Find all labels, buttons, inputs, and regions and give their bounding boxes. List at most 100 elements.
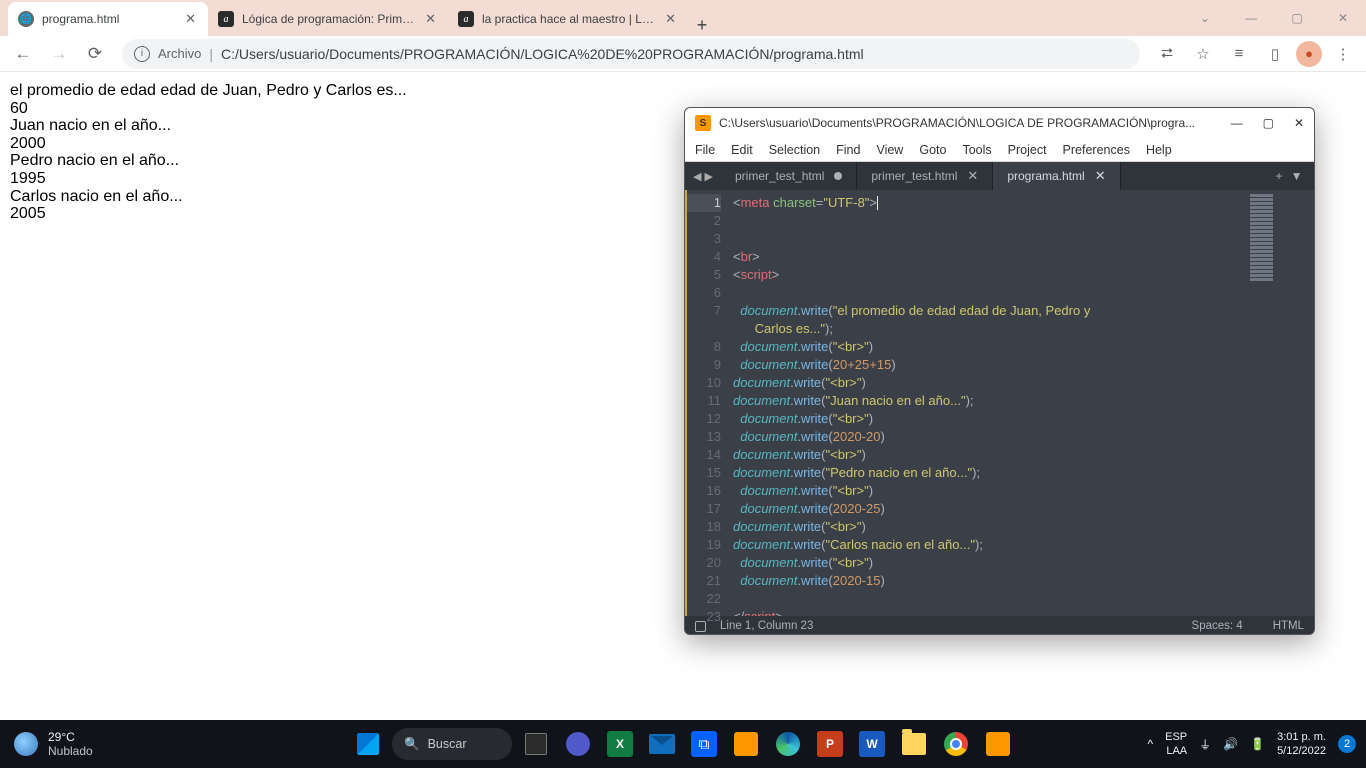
close-tab-icon[interactable]: ✕ bbox=[423, 11, 438, 27]
sublime-titlebar[interactable]: S C:\Users\usuario\Documents\PROGRAMACIÓ… bbox=[685, 108, 1314, 138]
weather-icon bbox=[14, 732, 38, 756]
menu-item[interactable]: Goto bbox=[919, 143, 946, 157]
menu-item[interactable]: View bbox=[876, 143, 903, 157]
maximize-button[interactable]: ▢ bbox=[1274, 0, 1320, 36]
page-line: el promedio de edad edad de Juan, Pedro … bbox=[10, 82, 1356, 100]
sublime-window-controls: — ▢ ✕ bbox=[1231, 116, 1304, 130]
language-indicator[interactable]: ESP LAA bbox=[1165, 730, 1187, 758]
browser-tab[interactable]: 🌐 programa.html ✕ bbox=[8, 2, 208, 36]
editor[interactable]: 1234567891011121314151617181920212223 <m… bbox=[685, 190, 1314, 616]
teams-icon[interactable] bbox=[560, 726, 596, 762]
close-tab-icon[interactable]: ✕ bbox=[183, 11, 198, 27]
browser-tab[interactable]: a Lógica de programación: Primero ✕ bbox=[208, 2, 448, 36]
editor-tab[interactable]: primer_test.html✕ bbox=[857, 162, 993, 190]
tray-expand-icon[interactable]: ^ bbox=[1147, 737, 1153, 751]
weather-temp: 29°C bbox=[48, 730, 93, 744]
new-tab-button[interactable]: + bbox=[688, 15, 716, 36]
url-text: C:/Users/usuario/Documents/PROGRAMACIÓN/… bbox=[221, 46, 864, 62]
sublime-tabs: ◀ ▶ primer_test_htmlprimer_test.html✕pro… bbox=[685, 162, 1314, 190]
menu-item[interactable]: Find bbox=[836, 143, 860, 157]
menu-item[interactable]: File bbox=[695, 143, 715, 157]
address-bar[interactable]: i Archivo | C:/Users/usuario/Documents/P… bbox=[122, 39, 1140, 69]
menu-item[interactable]: Selection bbox=[769, 143, 820, 157]
chrome-toolbar: ← → ⟳ i Archivo | C:/Users/usuario/Docum… bbox=[0, 36, 1366, 72]
minimap[interactable] bbox=[1244, 190, 1314, 616]
battery-icon[interactable]: 🔋 bbox=[1250, 737, 1265, 751]
tab-overflow[interactable]: +▼ bbox=[1264, 162, 1314, 190]
minimize-button[interactable]: — bbox=[1231, 116, 1243, 130]
close-tab-icon[interactable]: ✕ bbox=[967, 168, 978, 184]
star-icon[interactable]: ☆ bbox=[1188, 39, 1218, 69]
sublime-window: S C:\Users\usuario\Documents\PROGRAMACIÓ… bbox=[684, 107, 1315, 635]
maximize-button[interactable]: ▢ bbox=[1263, 116, 1274, 130]
chrome-titlebar: 🌐 programa.html ✕ a Lógica de programación: … bbox=[0, 0, 1366, 36]
gutter: 1234567891011121314151617181920212223 bbox=[685, 190, 729, 616]
side-panel-icon[interactable]: ▯ bbox=[1260, 39, 1290, 69]
share-icon[interactable]: ⮂ bbox=[1152, 39, 1182, 69]
mail-icon[interactable] bbox=[644, 726, 680, 762]
menu-icon[interactable]: ⋮ bbox=[1328, 39, 1358, 69]
tab-title: la practica hace al maestro | Lógi bbox=[482, 12, 655, 26]
taskbar-search[interactable]: 🔍Buscar bbox=[392, 728, 512, 760]
menu-item[interactable]: Project bbox=[1008, 143, 1047, 157]
close-tab-icon[interactable]: ✕ bbox=[663, 11, 678, 27]
cursor-position: Line 1, Column 23 bbox=[720, 620, 813, 632]
explorer-icon[interactable] bbox=[896, 726, 932, 762]
close-button[interactable]: ✕ bbox=[1320, 0, 1366, 36]
sublime-menubar: File Edit Selection Find View Goto Tools Projec… bbox=[685, 138, 1314, 162]
close-tab-icon[interactable]: ✕ bbox=[1095, 168, 1106, 184]
statusbar: Line 1, Column 23 Spaces: 4 HTML bbox=[685, 616, 1314, 635]
favicon: 🌐 bbox=[18, 11, 34, 27]
menu-item[interactable]: Preferences bbox=[1063, 143, 1130, 157]
sublime-taskbar-icon[interactable] bbox=[728, 726, 764, 762]
clock[interactable]: 3:01 p. m. 5/12/2022 bbox=[1277, 730, 1326, 758]
tab-nav-arrows[interactable]: ◀ ▶ bbox=[685, 162, 721, 190]
dirty-dot-icon bbox=[834, 172, 842, 180]
sublime-logo-icon: S bbox=[695, 115, 711, 131]
start-button[interactable] bbox=[350, 726, 386, 762]
word-icon[interactable]: W bbox=[854, 726, 890, 762]
taskbar-center: 🔍Buscar X ⧉ P W bbox=[350, 720, 1016, 768]
dropbox-icon[interactable]: ⧉ bbox=[686, 726, 722, 762]
editor-tab[interactable]: primer_test_html bbox=[721, 162, 857, 190]
wifi-icon[interactable]: ⏚ bbox=[1199, 736, 1211, 753]
system-tray: ^ ESP LAA ⏚ 🔊 🔋 3:01 p. m. 5/12/2022 2 bbox=[1137, 720, 1366, 768]
editor-tab[interactable]: programa.html✕ bbox=[993, 162, 1120, 190]
weather-desc: Nublado bbox=[48, 744, 93, 758]
info-icon[interactable]: i bbox=[134, 46, 150, 62]
chevron-down-icon[interactable]: ⌄ bbox=[1182, 0, 1228, 36]
edge-icon[interactable] bbox=[770, 726, 806, 762]
tab-title: Lógica de programación: Primero bbox=[242, 12, 415, 26]
favicon: a bbox=[218, 11, 234, 27]
indent-status[interactable]: Spaces: 4 bbox=[1192, 620, 1243, 632]
task-view-icon[interactable] bbox=[518, 726, 554, 762]
syntax-status[interactable]: HTML bbox=[1273, 620, 1304, 632]
taskbar: 29°C Nublado 🔍Buscar X ⧉ P W ^ ESP LAA ⏚… bbox=[0, 720, 1366, 768]
file-label: Archivo bbox=[158, 46, 201, 61]
favicon: a bbox=[458, 11, 474, 27]
chrome-taskbar-icon[interactable] bbox=[938, 726, 974, 762]
close-button[interactable]: ✕ bbox=[1294, 116, 1304, 130]
menu-item[interactable]: Help bbox=[1146, 143, 1172, 157]
search-icon: 🔍 bbox=[404, 737, 420, 752]
menu-item[interactable]: Edit bbox=[731, 143, 753, 157]
powerpoint-icon[interactable]: P bbox=[812, 726, 848, 762]
sublime-running-icon[interactable] bbox=[980, 726, 1016, 762]
back-button[interactable]: ← bbox=[8, 39, 38, 69]
excel-icon[interactable]: X bbox=[602, 726, 638, 762]
window-controls: ⌄ — ▢ ✕ bbox=[1182, 0, 1366, 36]
forward-button[interactable]: → bbox=[44, 39, 74, 69]
code-area[interactable]: <meta charset="UTF-8"> <br><script> docu… bbox=[729, 190, 1244, 616]
weather-widget[interactable]: 29°C Nublado bbox=[0, 720, 107, 768]
tab-title: programa.html bbox=[42, 12, 175, 26]
sublime-title: C:\Users\usuario\Documents\PROGRAMACIÓN\… bbox=[719, 116, 1195, 130]
volume-icon[interactable]: 🔊 bbox=[1223, 737, 1238, 751]
reading-list-icon[interactable]: ≡ bbox=[1224, 39, 1254, 69]
profile-avatar[interactable]: ● bbox=[1296, 41, 1322, 67]
browser-tab[interactable]: a la practica hace al maestro | Lógi ✕ bbox=[448, 2, 688, 36]
chrome-tabs: 🌐 programa.html ✕ a Lógica de programación: … bbox=[0, 2, 688, 36]
menu-item[interactable]: Tools bbox=[962, 143, 991, 157]
reload-button[interactable]: ⟳ bbox=[80, 39, 110, 69]
minimize-button[interactable]: — bbox=[1228, 0, 1274, 36]
notifications-badge[interactable]: 2 bbox=[1338, 735, 1356, 753]
